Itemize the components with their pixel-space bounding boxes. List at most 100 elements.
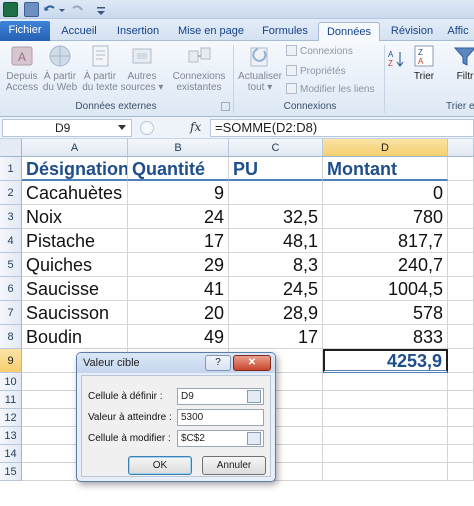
select-all-corner[interactable] [0, 139, 22, 157]
range-picker-icon[interactable] [247, 432, 261, 445]
row-header[interactable]: 12 [0, 409, 22, 427]
column-title[interactable]: PU [229, 157, 323, 181]
set-cell-input[interactable]: D9 [177, 388, 264, 405]
row-header[interactable]: 6 [0, 277, 22, 301]
cell[interactable] [448, 409, 474, 427]
ok-button[interactable]: OK [128, 456, 192, 475]
data-cell[interactable]: 20 [128, 301, 229, 325]
name-box-dropdown-icon[interactable] [118, 125, 126, 130]
formula-bar-splitter[interactable] [140, 121, 154, 135]
cell[interactable] [448, 205, 474, 229]
existing-connections-button[interactable]: Connexions existantes [168, 43, 230, 93]
data-cell[interactable]: Cacahuètes [22, 181, 128, 205]
help-button[interactable]: ? [205, 355, 231, 371]
from-access-button[interactable]: A Depuis Access [2, 43, 42, 93]
cell[interactable] [323, 391, 448, 409]
cell[interactable] [448, 229, 474, 253]
row-header[interactable]: 4 [0, 229, 22, 253]
data-cell[interactable]: Noix [22, 205, 128, 229]
row-header[interactable]: 8 [0, 325, 22, 349]
excel-logo-icon[interactable] [3, 2, 18, 17]
column-title[interactable]: Quantité [128, 157, 229, 181]
data-cell[interactable]: Pistache [22, 229, 128, 253]
column-title[interactable]: Désignation [22, 157, 128, 181]
tab-affichage[interactable]: Affic [440, 22, 474, 41]
from-text-button[interactable]: À partir du texte [80, 43, 120, 93]
filter-button[interactable]: Filtr [450, 43, 474, 82]
data-cell[interactable]: 24,5 [229, 277, 323, 301]
connections-button[interactable]: Connexions [286, 45, 353, 59]
formula-input[interactable]: =SOMME(D2:D8) [210, 119, 474, 137]
data-cell[interactable]: 24 [128, 205, 229, 229]
sort-az-button[interactable]: AZ [388, 49, 406, 68]
row-header[interactable]: 14 [0, 445, 22, 463]
data-cell[interactable]: 1004,5 [323, 277, 448, 301]
data-cell[interactable]: 17 [229, 325, 323, 349]
close-button[interactable]: ✕ [233, 355, 271, 371]
cell[interactable] [448, 391, 474, 409]
data-cell[interactable] [229, 181, 323, 205]
row-header[interactable]: 10 [0, 373, 22, 391]
cell[interactable] [448, 325, 474, 349]
cell[interactable] [323, 409, 448, 427]
undo-dropdown-icon[interactable] [58, 2, 66, 17]
row-header[interactable]: 2 [0, 181, 22, 205]
data-cell[interactable]: Saucisson [22, 301, 128, 325]
tab-fichier[interactable]: Fichier [0, 21, 50, 41]
cell[interactable] [448, 301, 474, 325]
data-cell[interactable]: 8,3 [229, 253, 323, 277]
column-header-a[interactable]: A [22, 139, 128, 157]
cell[interactable] [448, 349, 474, 373]
tab-accueil[interactable]: Accueil [52, 22, 106, 41]
by-changing-cell-input[interactable]: $C$2 [177, 430, 264, 447]
data-cell[interactable]: Saucisse [22, 277, 128, 301]
cell[interactable] [448, 277, 474, 301]
customize-toolbar-icon[interactable] [96, 2, 106, 17]
tab-insertion[interactable]: Insertion [108, 22, 168, 41]
tab-revision[interactable]: Révision [384, 22, 440, 41]
data-cell[interactable]: 240,7 [323, 253, 448, 277]
cell[interactable] [448, 373, 474, 391]
data-cell[interactable]: 49 [128, 325, 229, 349]
row-header[interactable]: 5 [0, 253, 22, 277]
cell[interactable] [448, 445, 474, 463]
row-header[interactable]: 13 [0, 427, 22, 445]
name-box[interactable]: D9 [2, 119, 132, 137]
data-cell[interactable]: 32,5 [229, 205, 323, 229]
refresh-all-button[interactable]: Actualiser tout ▾ [236, 43, 284, 93]
edit-links-button[interactable]: Modifier les liens [286, 83, 374, 97]
data-cell[interactable]: 0 [323, 181, 448, 205]
properties-button[interactable]: Propriétés [286, 65, 346, 79]
tab-formules[interactable]: Formules [254, 22, 316, 41]
data-cell[interactable]: 17 [128, 229, 229, 253]
data-cell[interactable]: 9 [128, 181, 229, 205]
row-header[interactable]: 3 [0, 205, 22, 229]
undo-icon[interactable] [42, 2, 57, 17]
tab-donnees[interactable]: Données [318, 22, 380, 41]
total-cell-d9[interactable]: 4253,9 [323, 349, 448, 373]
cell[interactable] [323, 445, 448, 463]
column-header-d[interactable]: D [323, 139, 448, 157]
tab-mise-en-page[interactable]: Mise en page [170, 22, 252, 41]
cell[interactable] [448, 427, 474, 445]
row-header[interactable]: 7 [0, 301, 22, 325]
data-cell[interactable]: 29 [128, 253, 229, 277]
from-web-button[interactable]: À partir du Web [40, 43, 80, 93]
data-cell[interactable]: 28,9 [229, 301, 323, 325]
range-picker-icon[interactable] [247, 390, 261, 403]
data-cell[interactable]: 833 [323, 325, 448, 349]
row-header[interactable]: 15 [0, 463, 22, 481]
cancel-button[interactable]: Annuler [202, 456, 266, 475]
row-header[interactable]: 1 [0, 157, 22, 181]
to-value-input[interactable]: 5300 [177, 409, 264, 426]
external-data-launcher-icon[interactable] [221, 102, 230, 111]
column-header-e[interactable] [448, 139, 474, 157]
data-cell[interactable]: 578 [323, 301, 448, 325]
save-icon[interactable] [24, 2, 39, 17]
row-header[interactable]: 9 [0, 349, 22, 373]
data-cell[interactable]: 817,7 [323, 229, 448, 253]
data-cell[interactable]: Quiches [22, 253, 128, 277]
data-cell[interactable]: Boudin [22, 325, 128, 349]
row-header[interactable]: 11 [0, 391, 22, 409]
cell[interactable] [323, 463, 448, 481]
